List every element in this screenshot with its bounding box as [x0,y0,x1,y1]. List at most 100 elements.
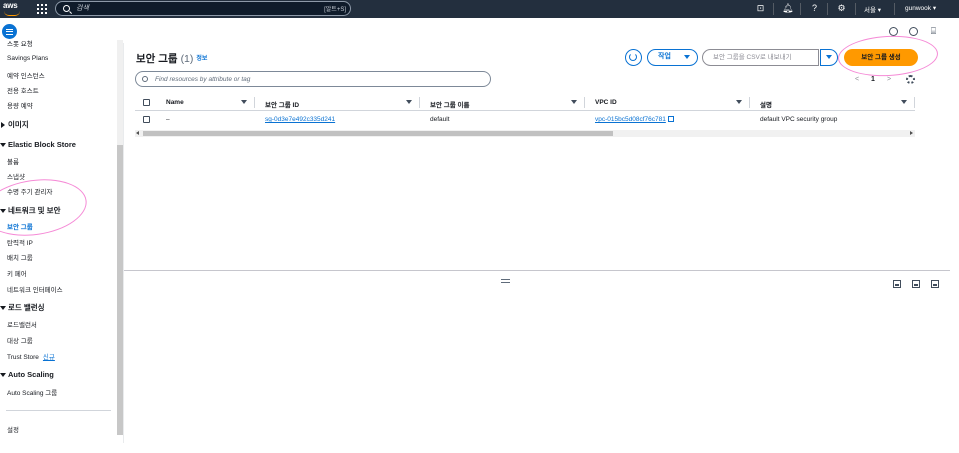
page-title: 보안 그룹 (1) 정보 [136,51,207,66]
aws-logo-text: aws [3,1,18,10]
divider [827,3,828,15]
pager-next-button[interactable]: > [887,76,891,83]
vpc-id-link[interactable]: vpc-015bc5d08cf76c781 [595,116,666,123]
sidebar-item-label: Trust Store [7,354,39,361]
page-title-text: 보안 그룹 [136,53,178,65]
aws-logo[interactable]: aws [3,1,25,17]
column-divider[interactable] [914,97,915,108]
sidebar-item-network-interfaces[interactable]: 네트워크 인터페이스 [7,284,63,294]
section-label: Auto Scaling [8,370,54,379]
actions-button-label: 작업 [658,53,671,60]
export-dropdown-button[interactable] [820,49,838,66]
sidebar-item-reserved-instances[interactable]: 예약 인스턴스 [7,70,45,80]
cell-description: default VPC security group [760,116,838,123]
column-divider[interactable] [749,97,750,108]
info-icon[interactable] [889,27,898,36]
feedback-icon[interactable]: ⌸ [928,26,939,37]
column-divider[interactable] [254,97,255,108]
sidebar-item-key-pairs[interactable]: 키 페어 [7,268,27,278]
caret-down-icon [826,55,832,59]
item-count: (1) [180,53,194,65]
search-input[interactable] [76,2,276,15]
sidebar-item-placement-groups[interactable]: 배치 그룹 [7,252,33,262]
sidebar-item-volumes[interactable]: 볼륨 [7,156,19,166]
bell-icon[interactable]: 🔔︎ [782,3,793,14]
split-panel-drag-handle[interactable] [501,279,510,283]
sort-caret-icon[interactable] [571,100,577,104]
row-select-checkbox[interactable] [143,116,150,123]
filter-input[interactable] [155,73,475,85]
column-header-name[interactable]: Name [166,99,184,106]
search-icon [63,5,70,12]
resource-filter[interactable] [135,71,491,87]
sort-caret-icon[interactable] [901,100,907,104]
scroll-left-icon[interactable] [136,131,139,135]
column-header-sg-id[interactable]: 보안 그룹 ID [265,99,299,109]
export-csv-button[interactable]: 보안 그룹을 CSV로 내보내기 [702,49,819,66]
help-icon[interactable]: ? [809,3,820,14]
column-divider[interactable] [419,97,420,108]
sort-caret-icon[interactable] [406,100,412,104]
search-icon [142,76,148,82]
cell-vpc-id[interactable]: vpc-015bc5d08cf76c781 [595,116,674,123]
new-badge: 신규 [42,354,55,361]
sort-caret-icon[interactable] [241,100,247,104]
sidebar-item-auto-scaling-groups[interactable]: Auto Scaling 그룹 [7,387,57,397]
column-header-vpc-id[interactable]: VPC ID [595,99,617,106]
panel-bottom-icon[interactable] [912,280,920,288]
main-border [123,43,124,443]
sidebar-item-target-groups[interactable]: 대상 그룹 [7,335,33,345]
sort-caret-icon[interactable] [736,100,742,104]
section-label: 네트워크 및 보안 [8,206,61,215]
column-divider[interactable] [584,97,585,108]
region-selector[interactable]: 서울 ▾ [864,4,881,14]
info-link[interactable]: 정보 [196,56,207,62]
sidebar-section-load-balancing[interactable]: 로드 밸런싱 [0,302,45,313]
sidebar-nav: 스폿 요청 Savings Plans 예약 인스턴스 전용 호스트 용량 예약… [0,40,117,440]
table-preferences-icon[interactable] [906,75,915,84]
menu-toggle-button[interactable] [2,24,17,39]
notifications-off-icon[interactable] [909,27,918,36]
sidebar-section-ebs[interactable]: Elastic Block Store [0,140,76,149]
account-menu[interactable]: gunwook ▾ [905,4,936,12]
cell-name: – [166,116,170,123]
create-security-group-button[interactable]: 보안 그룹 생성 [844,49,918,66]
pager-page-number[interactable]: 1 [871,76,875,83]
sidebar-item-savings-plans[interactable]: Savings Plans [7,55,48,62]
caret-down-icon [0,306,6,311]
pager-prev-button[interactable]: < [855,76,859,83]
global-nav-bar: aws [알트+S] ⊡ 🔔︎ ? ⚙ 서울 ▾ gunwook ▾ [0,0,959,18]
actions-button[interactable]: 작업 [647,49,698,66]
sidebar-item-spot-requests[interactable]: 스폿 요청 [7,40,33,48]
divider [894,3,895,15]
sidebar-item-snapshots[interactable]: 스냅샷 [7,171,25,181]
services-grid-icon[interactable] [37,4,47,14]
panel-side-icon[interactable] [931,280,939,288]
sidebar-item-dedicated-hosts[interactable]: 전용 호스트 [7,85,39,95]
gear-icon[interactable]: ⚙ [836,3,847,14]
global-search[interactable]: [알트+S] [55,1,351,16]
column-header-sg-name[interactable]: 보안 그룹 이름 [430,99,470,109]
sidebar-section-auto-scaling[interactable]: Auto Scaling [0,370,54,379]
sidebar-section-images[interactable]: 이미지 [0,119,29,130]
sidebar-item-elastic-ips[interactable]: 탄력적 IP [7,237,33,247]
sidebar-item-lifecycle-manager[interactable]: 수명 주기 관리자 [7,186,52,196]
section-label: 이미지 [8,120,29,129]
refresh-button[interactable] [625,49,642,66]
panel-bottom-icon[interactable] [893,280,901,288]
sidebar-item-trust-stores[interactable]: Trust Store 신규 [7,351,55,361]
sidebar-item-capacity-reservations[interactable]: 용량 예약 [7,100,33,110]
split-panel-divider [124,270,950,271]
cell-sg-id-link[interactable]: sg-0d3e7e492c335d241 [265,116,335,123]
divider [855,3,856,15]
scroll-right-icon[interactable] [910,131,913,135]
sidebar-section-network-security[interactable]: 네트워크 및 보안 [0,205,60,216]
column-header-description[interactable]: 설명 [760,99,772,109]
select-all-checkbox[interactable] [143,99,150,106]
caret-down-icon [0,373,6,378]
sidebar-item-load-balancers[interactable]: 로드밸런서 [7,319,37,329]
table-hscroll-thumb[interactable] [143,131,613,136]
sidebar-item-settings[interactable]: 설정 [7,424,19,434]
sidebar-item-security-groups[interactable]: 보안 그룹 [7,221,33,231]
cloudshell-icon[interactable]: ⊡ [755,3,766,14]
